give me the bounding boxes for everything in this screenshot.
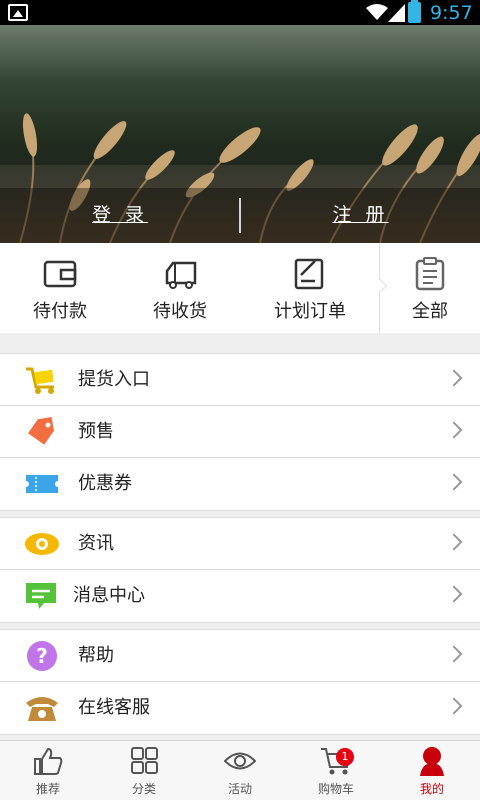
bottom-navigation: 推荐 分类 活动 购物车 1 我的: [0, 740, 480, 800]
order-pending-receipt[interactable]: 待收货: [120, 243, 240, 333]
wifi-icon: [366, 4, 388, 20]
thumbs-up-icon: [34, 747, 63, 775]
tab-activity[interactable]: 活动: [192, 741, 288, 800]
menu-item-presale-label: 预售: [78, 421, 114, 442]
clipboard-icon: [415, 257, 445, 291]
tab-recommend-label: 推荐: [35, 782, 60, 796]
menu-item-help[interactable]: ? 帮助: [0, 630, 480, 682]
order-all[interactable]: 全部: [380, 243, 480, 333]
menu-item-coupon-label: 优惠券: [78, 473, 132, 494]
clock: 9:57: [430, 2, 473, 24]
svg-text:?: ?: [36, 644, 48, 668]
menu-item-help-label: 帮助: [78, 645, 114, 666]
grid-icon: [131, 747, 158, 774]
menu-item-messages-label: 消息中心: [73, 585, 145, 606]
chevron-right-icon: [445, 585, 463, 603]
tab-mine-label: 我的: [419, 782, 444, 796]
tab-category[interactable]: 分类: [96, 741, 192, 800]
menu-item-news-label: 资讯: [78, 533, 114, 554]
status-bar: 9:57: [0, 0, 480, 25]
tab-category-label: 分类: [131, 782, 156, 796]
auth-bar: 登 录 注 册: [0, 188, 480, 243]
menu-group-support: ? 帮助 在线客服: [0, 629, 480, 735]
menu-group-info: 资讯 消息中心: [0, 517, 480, 623]
menu-item-news[interactable]: 资讯: [0, 518, 480, 570]
edit-note-icon: [294, 258, 324, 290]
ticket-icon: [26, 475, 58, 493]
chevron-right-icon: [445, 369, 463, 387]
menu-group-orders: 提货入口 预售 优惠券: [0, 353, 480, 511]
eye-icon: [224, 752, 256, 770]
cart-delivery-icon: [26, 367, 54, 394]
tab-mine[interactable]: 我的: [384, 741, 480, 800]
chevron-right-icon: [445, 533, 463, 551]
menu-item-coupon[interactable]: 优惠券: [0, 458, 480, 510]
order-all-label: 全部: [412, 301, 448, 322]
menu-item-customer-service[interactable]: 在线客服: [0, 682, 480, 734]
menu-item-messages[interactable]: 消息中心: [0, 570, 480, 622]
user-icon: [420, 747, 444, 776]
order-planned-label: 计划订单: [274, 301, 346, 322]
tab-cart-label: 购物车: [317, 782, 354, 796]
menu-item-presale[interactable]: 预售: [0, 406, 480, 458]
menu-item-pickup-label: 提货入口: [78, 369, 150, 390]
tab-cart[interactable]: 购物车: [288, 741, 384, 800]
chevron-right-icon: [445, 473, 463, 491]
order-planned[interactable]: 计划订单: [240, 243, 380, 333]
order-pending-payment[interactable]: 待付款: [0, 243, 120, 333]
menu-item-pickup[interactable]: 提货入口: [0, 354, 480, 406]
order-status-bar: 待付款 待收货 计划订单 全部: [0, 243, 480, 333]
order-pending-receipt-label: 待收货: [153, 301, 207, 322]
message-icon: [26, 583, 56, 609]
eye-icon: [25, 533, 59, 555]
tab-recommend[interactable]: 推荐: [0, 741, 96, 800]
battery-icon: [408, 0, 421, 23]
profile-banner: 登 录 注 册: [0, 25, 480, 243]
wallet-icon: [43, 260, 77, 288]
register-button[interactable]: 注 册: [241, 188, 480, 243]
chevron-right-icon: [445, 645, 463, 663]
menu-item-customer-service-label: 在线客服: [78, 697, 150, 718]
signal-icon: [388, 4, 405, 22]
login-button[interactable]: 登 录: [0, 188, 240, 243]
tab-activity-label: 活动: [227, 782, 252, 796]
order-pending-payment-label: 待付款: [33, 301, 87, 322]
telephone-icon: [26, 697, 58, 721]
help-icon: ?: [27, 641, 57, 671]
truck-icon: [165, 261, 197, 289]
chevron-right-icon: [445, 421, 463, 439]
cart-count-badge: 1: [336, 748, 354, 766]
chevron-right-icon: [445, 697, 463, 715]
tag-icon: [28, 417, 54, 445]
gallery-icon: [8, 4, 28, 21]
